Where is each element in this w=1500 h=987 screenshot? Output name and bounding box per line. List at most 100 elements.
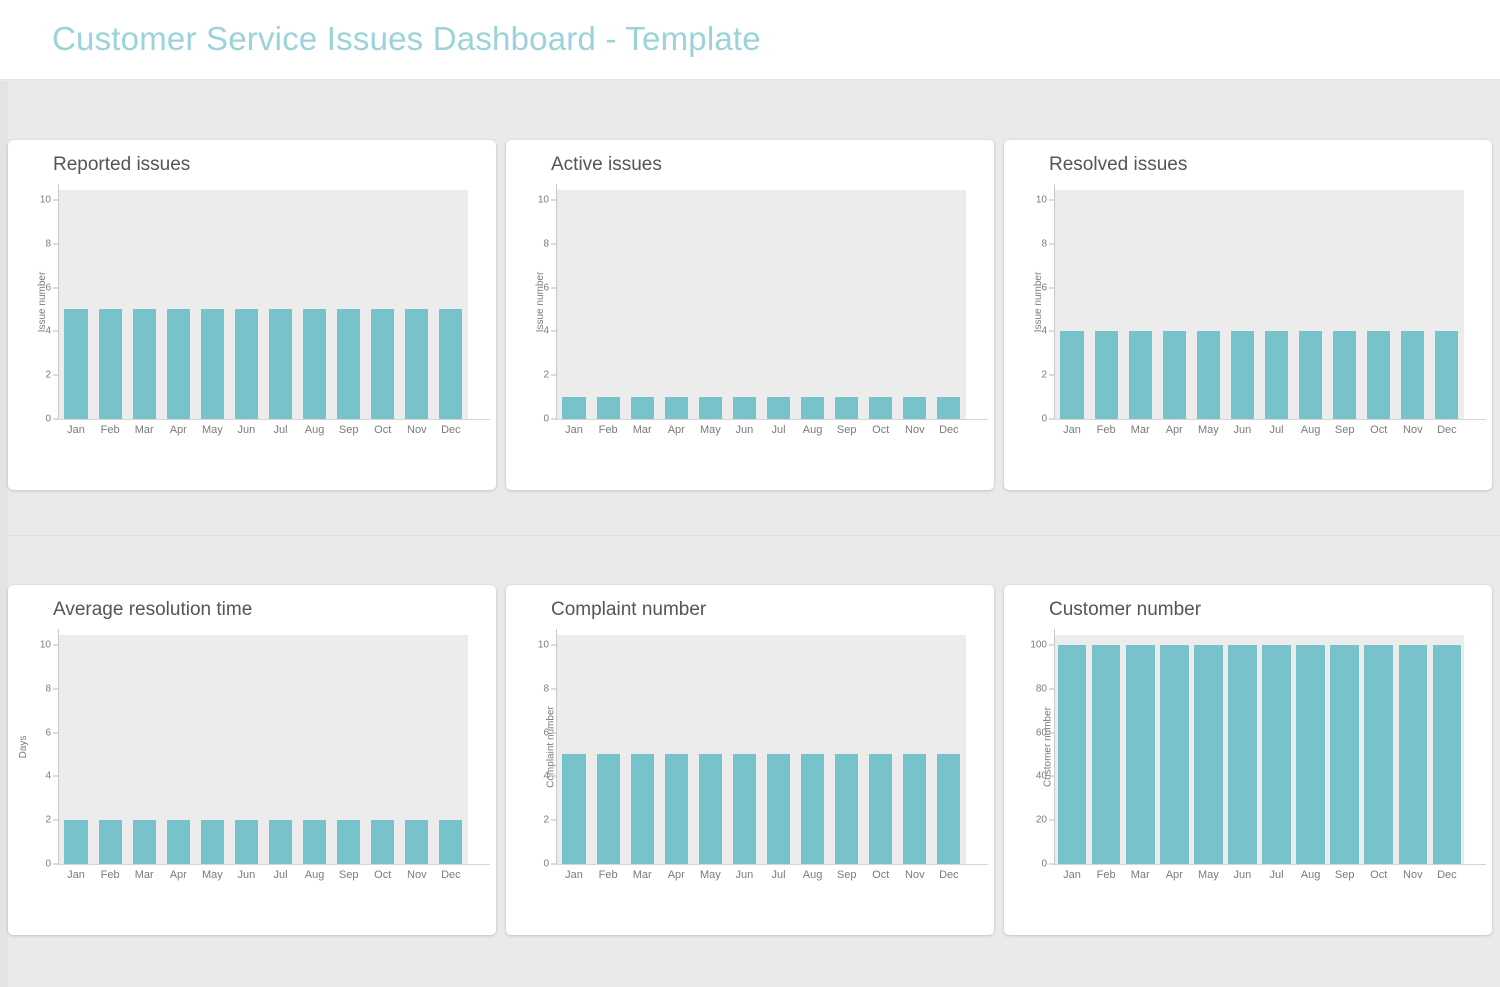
y-tick-label: 0 bbox=[1041, 413, 1047, 425]
x-tick-label: Jan bbox=[1063, 869, 1081, 881]
bar-jan[interactable] bbox=[562, 397, 586, 419]
bar-slot bbox=[864, 635, 898, 864]
bar-jul[interactable] bbox=[268, 309, 293, 419]
bar-mar[interactable] bbox=[1128, 331, 1152, 419]
bar-sep[interactable] bbox=[835, 754, 859, 864]
bar-jun[interactable] bbox=[1230, 331, 1255, 419]
bar-may[interactable] bbox=[1196, 331, 1220, 419]
bar-feb[interactable] bbox=[1091, 644, 1121, 864]
bar-jan[interactable] bbox=[64, 820, 88, 864]
bar-may[interactable] bbox=[1194, 644, 1223, 864]
bar-jul[interactable] bbox=[268, 820, 293, 864]
bar-nov[interactable] bbox=[405, 820, 429, 864]
chart-card-average-resolution-time[interactable]: Average resolution time Days 0 2 4 6 8 10 Jan Feb… bbox=[8, 585, 496, 935]
bar-sep[interactable] bbox=[337, 820, 361, 864]
x-axis-labels: Jan Feb Mar Apr May Jun Jul Aug Sep Oct Nov Dec bbox=[1055, 869, 1464, 881]
bar-feb[interactable] bbox=[596, 397, 620, 419]
bar-may[interactable] bbox=[200, 309, 224, 419]
plot-area-wrap bbox=[1054, 629, 1486, 865]
bar-sep[interactable] bbox=[1330, 644, 1359, 864]
bar-jan[interactable] bbox=[64, 309, 88, 419]
bar-slot bbox=[932, 635, 966, 864]
bar-dec[interactable] bbox=[1435, 331, 1459, 419]
bar-aug[interactable] bbox=[303, 820, 327, 864]
bar-feb[interactable] bbox=[596, 754, 620, 864]
bar-mar[interactable] bbox=[630, 754, 654, 864]
bar-jan[interactable] bbox=[1057, 644, 1087, 864]
bar-sep[interactable] bbox=[835, 397, 859, 419]
bar-jun[interactable] bbox=[234, 820, 259, 864]
bar-aug[interactable] bbox=[801, 397, 825, 419]
bar-apr[interactable] bbox=[1159, 644, 1189, 864]
bar-oct[interactable] bbox=[1364, 644, 1394, 864]
bar-may[interactable] bbox=[698, 397, 722, 419]
bar-dec[interactable] bbox=[1432, 644, 1462, 864]
bar-aug[interactable] bbox=[1299, 331, 1323, 419]
y-axis-ticks: 0 2 4 6 8 10 bbox=[30, 629, 58, 870]
bar-jun[interactable] bbox=[234, 309, 259, 419]
bar-nov[interactable] bbox=[1401, 331, 1425, 419]
bar-sep[interactable] bbox=[1333, 331, 1357, 419]
bar-dec[interactable] bbox=[439, 309, 463, 419]
y-tick-label: 8 bbox=[45, 238, 51, 250]
bar-aug[interactable] bbox=[303, 309, 327, 419]
bar-jun[interactable] bbox=[1228, 644, 1257, 864]
bar-oct[interactable] bbox=[1367, 331, 1391, 419]
y-tick-label: 6 bbox=[45, 282, 51, 294]
chart-plot-reported-issues: Issue number 0 2 4 6 8 10 Jan Feb Mar Apr May Jun Jul… bbox=[8, 184, 496, 490]
bar-apr[interactable] bbox=[1162, 331, 1186, 419]
bar-nov[interactable] bbox=[405, 309, 429, 419]
bar-jan[interactable] bbox=[562, 754, 586, 864]
bar-oct[interactable] bbox=[869, 754, 893, 864]
bar-feb[interactable] bbox=[98, 309, 122, 419]
bar-feb[interactable] bbox=[98, 820, 122, 864]
bar-nov[interactable] bbox=[1398, 644, 1428, 864]
bar-oct[interactable] bbox=[371, 820, 395, 864]
chart-card-complaint-number[interactable]: Complaint number Complaint number 0 2 4 6 8 10 J… bbox=[506, 585, 994, 935]
bar-slot bbox=[1191, 635, 1225, 864]
y-axis-ticks: 0 2 4 6 8 10 bbox=[528, 629, 556, 870]
chart-card-customer-number[interactable]: Customer number Customer number 0 20 40 60 80 1… bbox=[1004, 585, 1492, 935]
bar-may[interactable] bbox=[698, 754, 722, 864]
bar-jul[interactable] bbox=[766, 397, 791, 419]
bar-apr[interactable] bbox=[664, 397, 688, 419]
x-tick-label: Apr bbox=[1165, 869, 1183, 881]
bar-slot bbox=[1225, 190, 1259, 419]
chart-card-reported-issues[interactable]: Reported issues Issue number 0 2 4 6 8 10 Jan Feb… bbox=[8, 140, 496, 490]
chart-card-active-issues[interactable]: Active issues Issue number 0 2 4 6 8 10 Jan Feb Ma… bbox=[506, 140, 994, 490]
bar-apr[interactable] bbox=[166, 309, 190, 419]
bar-jan[interactable] bbox=[1060, 331, 1084, 419]
bar-oct[interactable] bbox=[869, 397, 893, 419]
bar-jul[interactable] bbox=[1262, 644, 1291, 864]
bar-mar[interactable] bbox=[1125, 644, 1155, 864]
bar-nov[interactable] bbox=[903, 397, 927, 419]
bar-feb[interactable] bbox=[1094, 331, 1118, 419]
x-tick-label: Mar bbox=[134, 424, 154, 436]
bar-slot bbox=[229, 635, 263, 864]
bar-mar[interactable] bbox=[132, 309, 156, 419]
bar-mar[interactable] bbox=[630, 397, 654, 419]
bar-may[interactable] bbox=[200, 820, 224, 864]
bar-apr[interactable] bbox=[664, 754, 688, 864]
bar-dec[interactable] bbox=[439, 820, 463, 864]
chart-card-resolved-issues[interactable]: Resolved issues Issue number 0 2 4 6 8 10 Jan Feb… bbox=[1004, 140, 1492, 490]
bar-mar[interactable] bbox=[132, 820, 156, 864]
bar-sep[interactable] bbox=[337, 309, 361, 419]
x-tick-label: Apr bbox=[667, 869, 685, 881]
plot-area-wrap bbox=[556, 629, 988, 865]
bar-jun[interactable] bbox=[732, 754, 757, 864]
bar-nov[interactable] bbox=[903, 754, 927, 864]
bar-apr[interactable] bbox=[166, 820, 190, 864]
bar-jun[interactable] bbox=[732, 397, 757, 419]
bar-dec[interactable] bbox=[937, 754, 961, 864]
bar-dec[interactable] bbox=[937, 397, 961, 419]
bar-oct[interactable] bbox=[371, 309, 395, 419]
y-tick-label: 10 bbox=[537, 639, 549, 651]
bar-aug[interactable] bbox=[801, 754, 825, 864]
bar-aug[interactable] bbox=[1296, 644, 1325, 864]
bar-slot bbox=[1396, 190, 1430, 419]
bar-jul[interactable] bbox=[1264, 331, 1289, 419]
x-tick-label: Aug bbox=[1300, 869, 1321, 881]
y-tick-label: 10 bbox=[39, 194, 51, 206]
bar-jul[interactable] bbox=[766, 754, 791, 864]
